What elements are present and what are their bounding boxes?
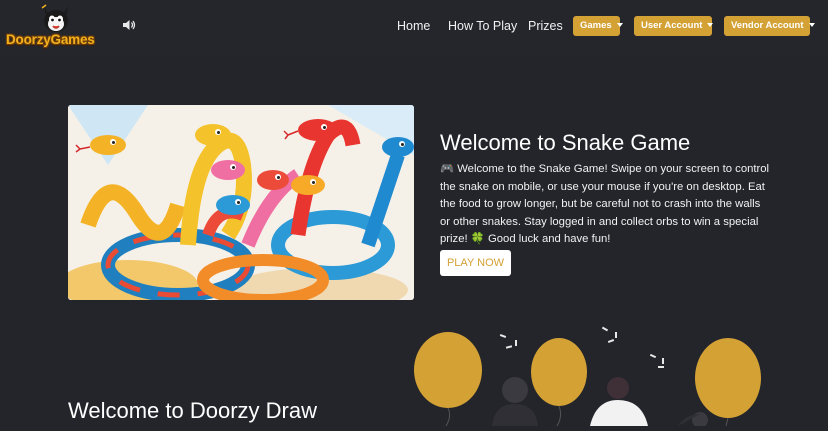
games-dropdown-button[interactable]: Games bbox=[573, 16, 623, 36]
doorzy-draw-title: Welcome to Doorzy Draw bbox=[68, 398, 317, 423]
snake-game-description: 🎮 Welcome to the Snake Game! Swipe on yo… bbox=[440, 163, 770, 246]
cat-mascot-icon bbox=[41, 4, 68, 32]
play-now-button[interactable]: PLAY NOW bbox=[440, 250, 511, 276]
caret-down-icon bbox=[616, 23, 623, 28]
games-dropdown-label: Games bbox=[580, 20, 612, 31]
vendor-account-dropdown-button[interactable]: Vendor Account bbox=[724, 16, 815, 36]
caret-down-icon bbox=[808, 23, 815, 28]
speaker-icon[interactable] bbox=[122, 18, 136, 32]
snake-game-image bbox=[68, 105, 414, 300]
caret-down-icon bbox=[707, 23, 714, 28]
user-account-dropdown-button[interactable]: User Account bbox=[634, 16, 714, 36]
navbar: DoorzyGames Home How To Play Prizes Game… bbox=[0, 0, 828, 56]
logo[interactable]: DoorzyGames bbox=[6, 4, 106, 52]
user-account-dropdown-label: User Account bbox=[641, 20, 703, 31]
party-balloons-illustration bbox=[410, 320, 770, 428]
nav-how-to-play-link[interactable]: How To Play bbox=[448, 19, 517, 33]
nav-home-link[interactable]: Home bbox=[397, 19, 430, 33]
snake-game-title: Welcome to Snake Game bbox=[440, 130, 691, 155]
logo-text: DoorzyGames bbox=[6, 32, 95, 47]
vendor-account-dropdown-label: Vendor Account bbox=[731, 20, 804, 31]
nav-prizes-link[interactable]: Prizes bbox=[528, 19, 563, 33]
